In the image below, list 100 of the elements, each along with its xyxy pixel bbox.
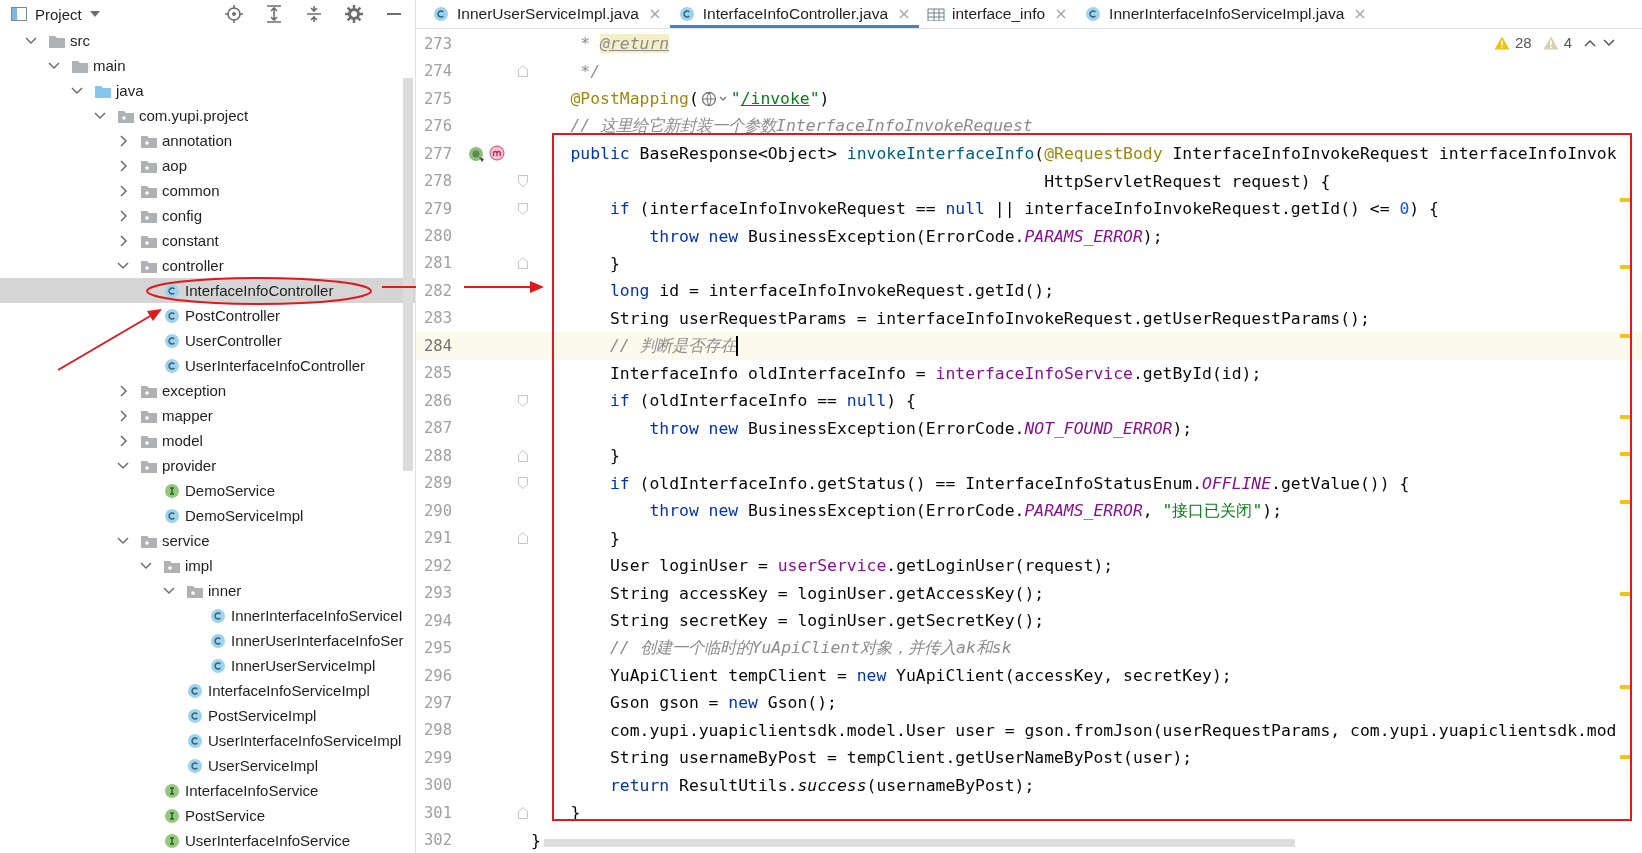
- tree-item[interactable]: impl: [0, 553, 415, 578]
- package-folder-icon: [140, 183, 158, 198]
- panel-title[interactable]: Project: [35, 5, 82, 23]
- package-folder-icon: [140, 383, 158, 398]
- warning-count[interactable]: 28: [1514, 34, 1532, 51]
- class-icon: [186, 708, 204, 723]
- code-line: com.yupi.yuapiclientsdk.model.User user = gson.fromJson(userRequestParams, com.yupi.yuapiclientsdk.mod: [609, 720, 1617, 740]
- close-icon[interactable]: [1056, 9, 1067, 19]
- class-icon: [163, 508, 181, 523]
- code-line: YuApiClient tempClient = new YuApiClient(accessKey, secretKey);: [609, 666, 1232, 685]
- tree-item[interactable]: PostController: [0, 303, 415, 328]
- fold-marker-icon[interactable]: [517, 175, 528, 188]
- tree-item[interactable]: provider: [0, 453, 415, 478]
- code-line: }: [609, 446, 620, 466]
- editor-tab[interactable]: InterfaceInfoController.java: [669, 0, 919, 28]
- code-line: HttpServletRequest request) {: [1044, 171, 1331, 191]
- tree-item[interactable]: mapper: [0, 403, 415, 428]
- tree-item[interactable]: config: [0, 203, 415, 228]
- scrollbar[interactable]: [544, 839, 1295, 847]
- package-folder-icon: [140, 158, 158, 173]
- folder-icon: [71, 58, 89, 73]
- fold-marker-icon[interactable]: [517, 65, 528, 78]
- tree-item[interactable]: InnerInterfaceInfoServiceI: [0, 603, 415, 628]
- chevron-up-icon[interactable]: [1583, 37, 1597, 48]
- class-icon: [209, 608, 227, 623]
- fold-marker-icon[interactable]: [517, 257, 528, 270]
- tree-item[interactable]: aop: [0, 153, 415, 178]
- tree-item[interactable]: annotation: [0, 128, 415, 153]
- tree-item[interactable]: common: [0, 178, 415, 203]
- expand-all-icon[interactable]: [265, 5, 283, 23]
- collapse-all-icon[interactable]: [305, 5, 323, 23]
- class-icon: [432, 7, 450, 21]
- code-line: "/invoke"): [730, 89, 830, 109]
- interface-icon: [163, 833, 181, 848]
- locate-icon[interactable]: [225, 5, 243, 23]
- class-icon: [1084, 7, 1103, 21]
- tree-item[interactable]: controller: [0, 253, 415, 278]
- weak-warning-count[interactable]: 4: [1563, 34, 1572, 51]
- code-line: }: [531, 830, 541, 850]
- tree-item[interactable]: PostService: [0, 803, 415, 828]
- code-line: throw new BusinessException(ErrorCode.PARAMS_ERROR, "接口已关闭");: [649, 499, 1283, 522]
- editor-tab[interactable]: InnerInterfaceInfoServiceImpl.java: [1076, 0, 1376, 28]
- tree-item[interactable]: UserInterfaceInfoServiceImpl: [0, 728, 415, 753]
- package-folder-icon: [140, 258, 158, 273]
- tree-item[interactable]: main: [0, 53, 415, 78]
- close-icon[interactable]: [1355, 9, 1366, 19]
- tree-item[interactable]: InterfaceInfoServiceImpl: [0, 678, 415, 703]
- globe-dropdown-icon[interactable]: [700, 90, 729, 107]
- tree-item[interactable]: InnerUserServiceImpl: [0, 653, 415, 678]
- tree-item[interactable]: DemoServiceImpl: [0, 503, 415, 528]
- fold-marker-icon[interactable]: [517, 806, 528, 819]
- tree-item[interactable]: InterfaceInfoService: [0, 778, 415, 803]
- tree-item[interactable]: exception: [0, 378, 415, 403]
- tree-item[interactable]: UserController: [0, 328, 415, 353]
- tree-item[interactable]: java: [0, 78, 415, 103]
- table-icon: [927, 7, 945, 21]
- fold-marker-icon[interactable]: [517, 394, 528, 407]
- package-folder-icon: [186, 583, 204, 598]
- dropdown-caret-icon[interactable]: [89, 11, 100, 17]
- tree-item[interactable]: PostServiceImpl: [0, 703, 415, 728]
- class-icon: [677, 7, 696, 21]
- fold-marker-icon[interactable]: [517, 449, 528, 462]
- fold-marker-icon[interactable]: [517, 477, 528, 490]
- bean-icon[interactable]: [468, 144, 486, 163]
- tree-item[interactable]: UserInterfaceInfoService: [0, 828, 415, 853]
- close-icon[interactable]: [649, 9, 660, 19]
- package-folder-icon: [140, 433, 158, 448]
- editor-tab[interactable]: InnerUserServiceImpl.java: [424, 0, 670, 28]
- editor-tab[interactable]: interface_info: [919, 0, 1077, 28]
- chevron-down-icon[interactable]: [1602, 37, 1616, 48]
- fold-marker-icon[interactable]: [517, 532, 528, 545]
- package-folder-icon: [117, 108, 135, 123]
- class-icon: [163, 308, 181, 323]
- tree-item[interactable]: service: [0, 528, 415, 553]
- tree-item[interactable]: inner: [0, 578, 415, 603]
- source-folder-icon: [94, 83, 112, 98]
- class-icon: [163, 358, 181, 373]
- tree-item[interactable]: UserServiceImpl: [0, 753, 415, 778]
- settings-icon[interactable]: [345, 5, 363, 23]
- method-marker-icon[interactable]: [488, 144, 506, 163]
- code-line: }: [609, 528, 620, 548]
- fold-marker-icon[interactable]: [517, 202, 528, 215]
- class-icon: [186, 683, 204, 698]
- tree-item[interactable]: com.yupi.project: [0, 103, 415, 128]
- interface-icon: [163, 808, 181, 823]
- tree-item[interactable]: InnerUserInterfaceInfoSer: [0, 628, 415, 653]
- code-line: if (oldInterfaceInfo.getStatus() == InterfaceInfoStatusEnum.OFFLINE.getValue()) {: [609, 473, 1410, 493]
- tree-item[interactable]: constant: [0, 228, 415, 253]
- package-folder-icon: [140, 408, 158, 423]
- code-line: String secretKey = loginUser.getSecretKey();: [609, 611, 1045, 631]
- code-line: @PostMapping(: [570, 89, 699, 109]
- scrollbar[interactable]: [403, 78, 413, 471]
- code-line: User loginUser = userService.getLoginUser(request);: [609, 556, 1114, 576]
- class-icon: [163, 333, 181, 348]
- tree-item[interactable]: src: [0, 28, 415, 53]
- tree-item[interactable]: DemoService: [0, 478, 415, 503]
- close-icon[interactable]: [899, 9, 909, 19]
- tree-item[interactable]: UserInterfaceInfoController: [0, 353, 415, 378]
- tree-item[interactable]: model: [0, 428, 415, 453]
- code-line: InterfaceInfo oldInterfaceInfo = interfaceInfoService.getById(id);: [609, 363, 1262, 383]
